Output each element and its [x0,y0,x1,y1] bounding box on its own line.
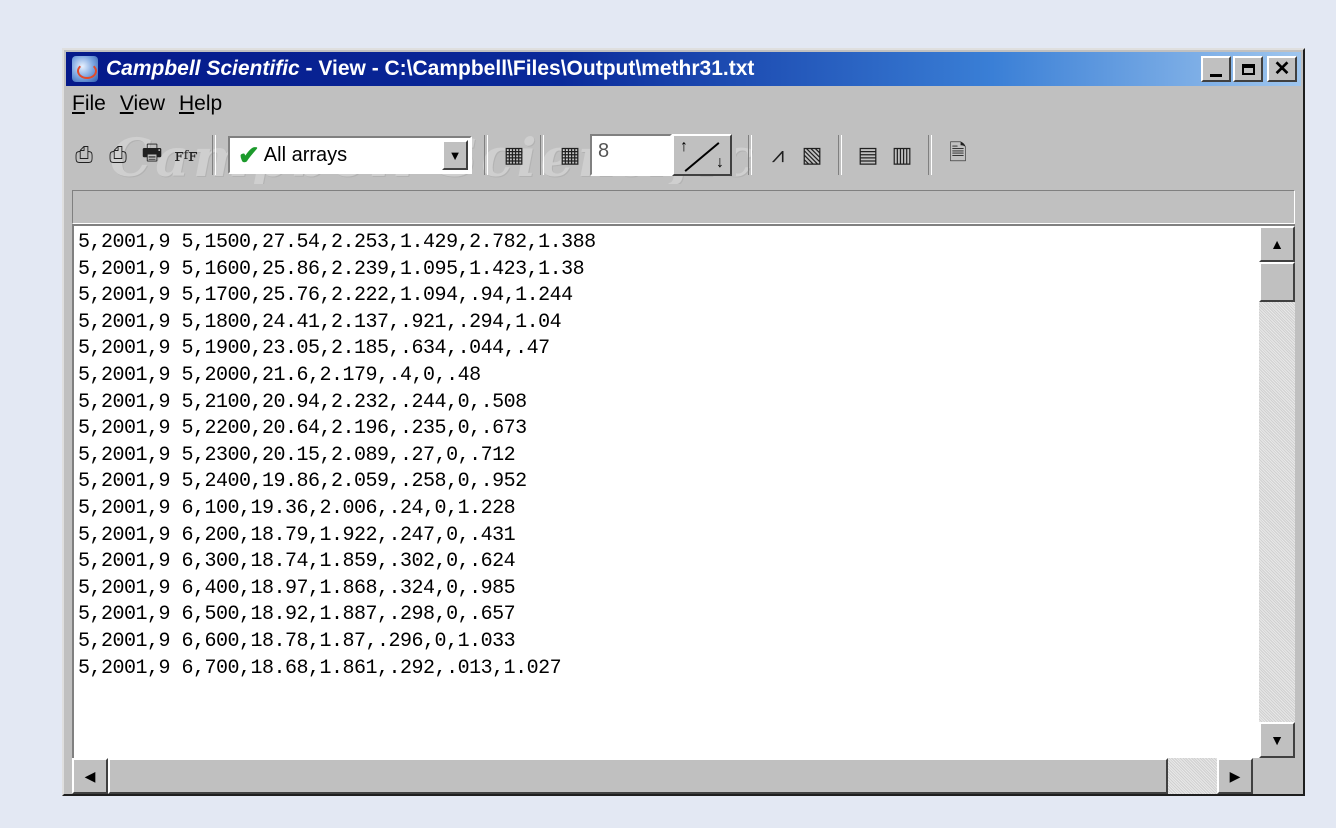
data-line: 5,2001,9 6,300,18.74,1.859,.302,0,.624 [78,550,516,574]
data-line: 5,2001,9 6,200,18.79,1.922,.247,0,.431 [78,523,516,547]
spin-button[interactable]: ↑ ↓ [672,134,732,176]
font-icon[interactable]: ꜰfꜰ [172,141,200,169]
data-line: 5,2001,9 5,1700,25.76,2.222,1.094,.94,1.… [78,284,573,308]
chart-icon[interactable]: ▧ [798,141,826,169]
toolbar-separator [838,135,842,175]
horizontal-scroll-thumb[interactable] [108,758,1168,794]
toolbar-separator [928,135,932,175]
close-icon: ✕ [1273,58,1291,80]
data-line: 5,2001,9 5,2000,21.6,2.179,.4,0,.48 [78,363,481,387]
print-preview-icon[interactable]: ⎙ [104,141,132,169]
minimize-icon [1203,58,1229,80]
title-brand: Campbell Scientific [106,57,300,80]
up-arrow-icon: ▲ [1270,236,1284,252]
columns-spinner: 8 ↑ ↓ [590,134,736,176]
data-line: 5,2001,9 5,2200,20.64,2.196,.235,0,.673 [78,417,527,441]
scroll-down-button[interactable]: ▼ [1259,722,1295,758]
data-line: 5,2001,9 5,1800,24.41,2.137,.921,.294,1.… [78,310,562,334]
menu-view[interactable]: View [120,92,165,122]
scroll-left-button[interactable]: ◀ [72,758,108,794]
toolbar-separator [484,135,488,175]
horizontal-scrollbar[interactable]: ◀ ▶ [72,758,1253,794]
maximize-icon [1235,58,1261,80]
menu-file[interactable]: File [72,92,106,122]
columns-input[interactable]: 8 [590,134,672,176]
close-button[interactable]: ✕ [1267,56,1297,82]
down-arrow-icon: ▼ [1270,732,1284,748]
toolbar-separator [748,135,752,175]
header-strip [72,190,1295,224]
right-arrow-icon: ▶ [1229,767,1241,784]
array-filter-dropdown[interactable]: ✔ All arrays ▼ [228,136,472,174]
print-icon[interactable]: 🖶 [138,140,166,169]
toolbar-separator [540,135,544,175]
document-settings-icon[interactable]: 🗎 [944,140,972,169]
data-line: 5,2001,9 6,100,19.36,2.006,.24,0,1.228 [78,496,516,520]
up-arrow-icon: ↑ [680,138,688,155]
down-arrow-icon: ↓ [716,154,724,171]
title-bar[interactable]: Campbell Scientific - View - C:\Campbell… [66,52,1301,86]
checkmark-icon: ✔ [238,139,260,170]
data-line: 5,2001,9 5,2400,19.86,2.059,.258,0,.952 [78,470,527,494]
data-line: 5,2001,9 6,500,18.92,1.887,.298,0,.657 [78,603,516,627]
data-line: 5,2001,9 5,2100,20.94,2.232,.244,0,.508 [78,390,527,414]
data-line: 5,2001,9 6,700,18.68,1.861,.292,.013,1.0… [78,656,562,680]
table-icon[interactable]: ▦ [500,141,528,169]
toolbar-separator [212,135,216,175]
vertical-scroll-thumb[interactable] [1259,262,1295,302]
menu-help[interactable]: Help [179,92,222,122]
grid-graph-icon[interactable]: ▤ [854,141,882,169]
data-line: 5,2001,9 6,600,18.78,1.87,.296,0,1.033 [78,629,516,653]
columns-icon[interactable]: ▦ [556,141,584,169]
window-title: Campbell Scientific - View - C:\Campbell… [106,57,754,81]
menu-bar: File View Help [72,92,222,122]
divider-line [684,142,720,172]
vertical-scrollbar[interactable]: ▲ ▼ [1259,226,1295,758]
data-line: 5,2001,9 6,400,18.97,1.868,.324,0,.985 [78,576,516,600]
data-line: 5,2001,9 5,1600,25.86,2.239,1.095,1.423,… [78,257,585,281]
data-view[interactable]: 5,2001,9 5,1500,27.54,2.253,1.429,2.782,… [72,224,1295,758]
print-setup-icon[interactable]: ⎙ [70,141,98,169]
data-lines: 5,2001,9 5,1500,27.54,2.253,1.429,2.782,… [78,230,1251,682]
maximize-button[interactable] [1233,56,1263,82]
scroll-up-button[interactable]: ▲ [1259,226,1295,262]
data-line: 5,2001,9 5,2300,20.15,2.089,.27,0,.712 [78,443,516,467]
data-line: 5,2001,9 5,1500,27.54,2.253,1.429,2.782,… [78,231,596,254]
data-line: 5,2001,9 5,1900,23.05,2.185,.634,.044,.4… [78,337,550,361]
minimize-button[interactable] [1201,56,1231,82]
array-filter-value: All arrays [263,143,348,166]
viewer-window: Campbell Scientific - View - C:\Campbell… [62,48,1305,796]
data-table-icon[interactable]: ▥ [888,141,916,169]
left-arrow-icon: ◀ [84,767,96,784]
toolbar: Campbell Scientific ⎙ ⎙ 🖶 ꜰfꜰ ✔ All arra… [70,126,1297,184]
line-graph-icon[interactable]: ⩘ [764,141,792,169]
app-icon[interactable] [72,56,98,82]
scroll-right-button[interactable]: ▶ [1217,758,1253,794]
dropdown-arrow-icon[interactable]: ▼ [442,140,468,170]
title-path: - View - C:\Campbell\Files\Output\methr3… [299,57,755,80]
window-controls: ✕ [1201,56,1297,82]
